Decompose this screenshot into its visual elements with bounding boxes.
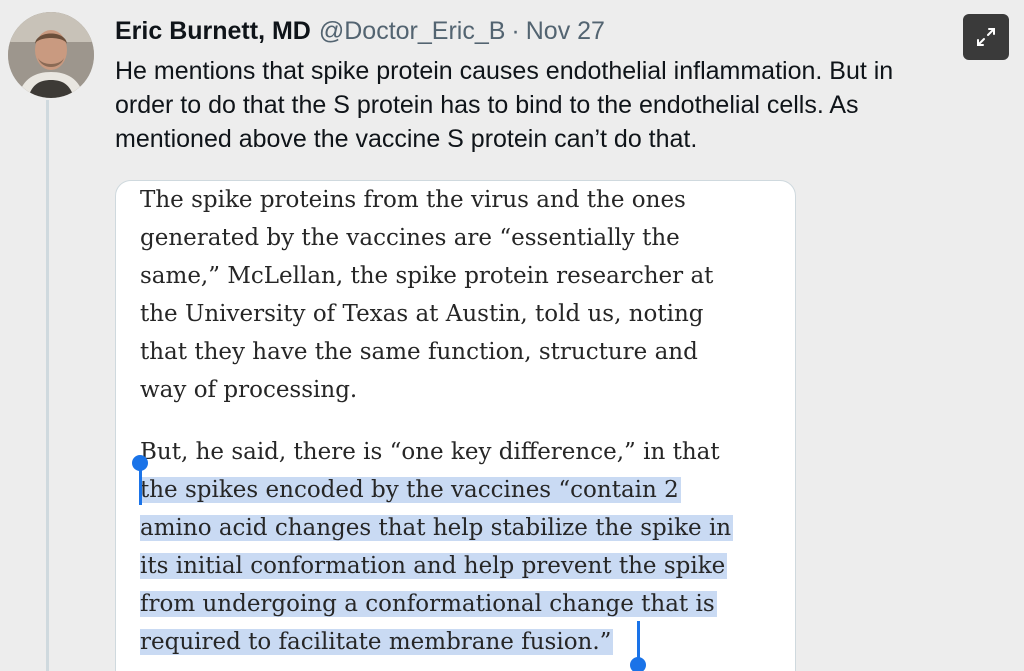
paragraph-line: The spike proteins from the virus and th… [140,187,686,213]
tweet-date[interactable]: Nov 27 [526,17,605,46]
selected-text-line[interactable]: required to facilitate membrane fusion.” [140,623,614,661]
selected-text: amino acid changes that help stabilize t… [140,515,734,541]
author-handle[interactable]: @Doctor_Eric_B [319,17,506,46]
selected-text: its initial conformation and help preven… [140,553,728,579]
thread-line [46,100,49,671]
paragraph-line: the University of Texas at Austin, told … [140,301,704,327]
paragraph-line: generated by the vaccines are “essential… [140,225,680,251]
quoted-image-card[interactable]: The spike proteins from the virus and th… [115,180,796,671]
paragraph-line: But, he said, there is “one key differen… [140,439,720,465]
author-name[interactable]: Eric Burnett, MD [115,17,311,46]
tweet-text-line: order to do that the S protein has to bi… [115,91,859,119]
selection-start-caret [139,465,142,505]
selected-text: from undergoing a conformational change … [140,591,717,617]
selected-text-line[interactable]: the spikes encoded by the vaccines “cont… [140,471,681,509]
tweet-text: He mentions that spike protein causes en… [115,54,995,156]
selection-end-handle[interactable] [630,657,646,671]
tweet-header: Eric Burnett, MD @Doctor_Eric_B · Nov 27 [115,14,605,48]
paragraph-line: way of processing. [140,377,358,403]
avatar-photo-icon [8,12,94,98]
selected-text-line[interactable]: from undergoing a conformational change … [140,585,717,623]
selected-text: required to facilitate membrane fusion.” [140,629,614,655]
header-separator: · [511,16,520,45]
selected-text-line[interactable]: its initial conformation and help preven… [140,547,728,585]
tweet-text-line: He mentions that spike protein causes en… [115,57,894,85]
selected-text: the spikes encoded by the vaccines “cont… [140,477,681,503]
paragraph-line: that they have the same function, struct… [140,339,698,365]
paragraph-line: same,” McLellan, the spike protein resea… [140,263,714,289]
selected-text-line[interactable]: amino acid changes that help stabilize t… [140,509,734,547]
avatar[interactable] [8,12,94,98]
tweet-text-line: mentioned above the vaccine S protein ca… [115,125,698,153]
expand-arrows-icon [977,28,995,46]
